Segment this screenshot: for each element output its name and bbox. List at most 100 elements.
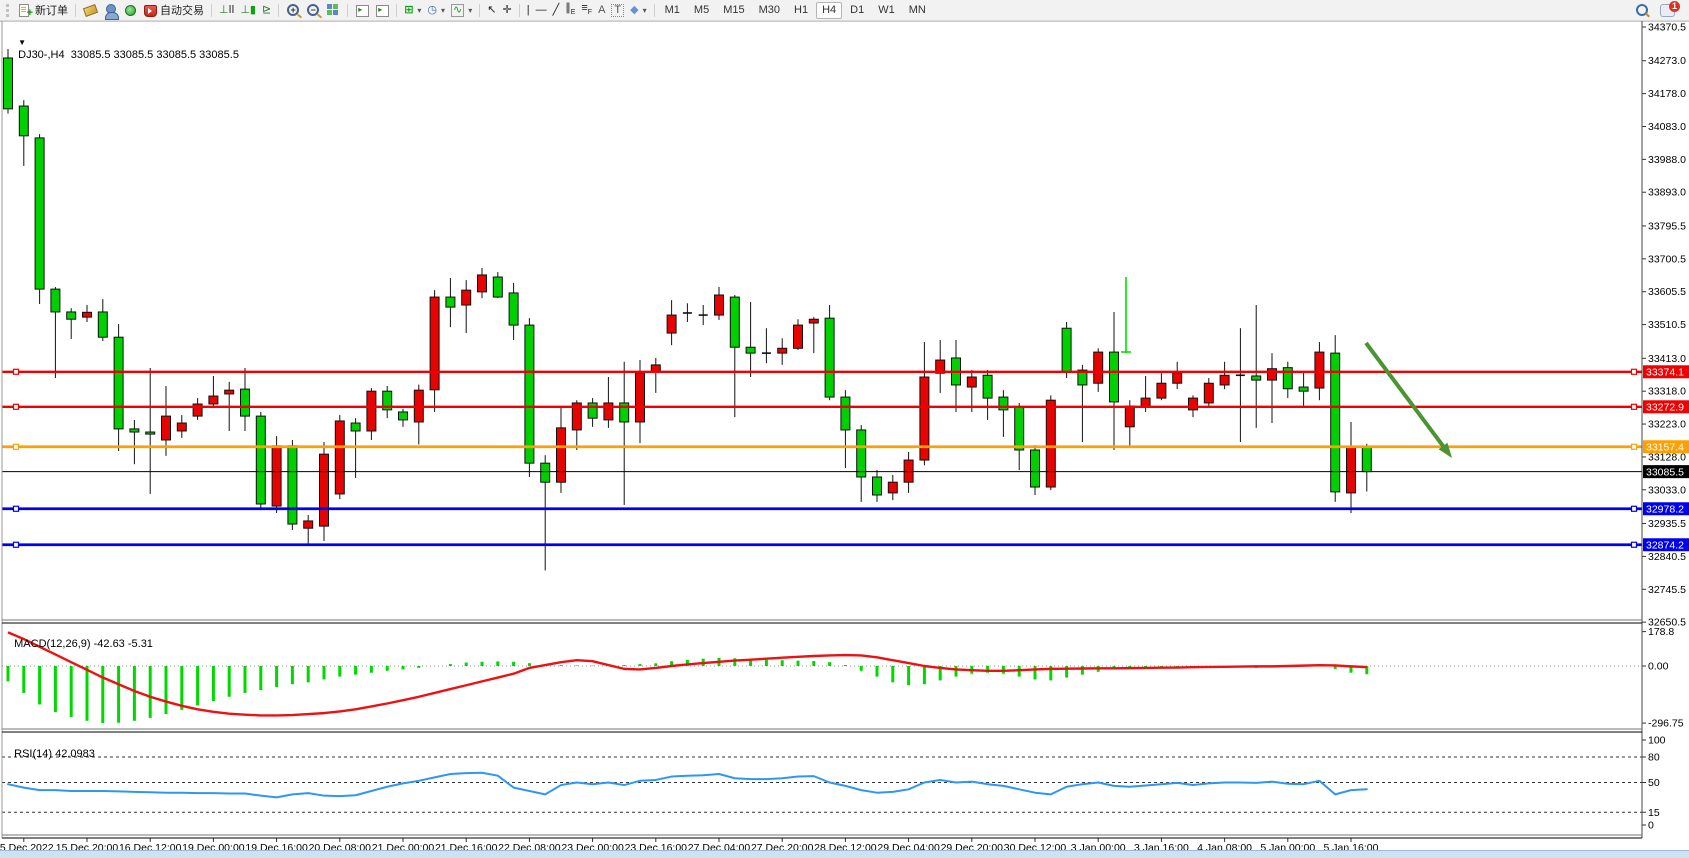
auto-trading-button[interactable]: 自动交易 — [140, 2, 207, 19]
candle[interactable] — [241, 389, 250, 416]
zoom-in-button[interactable]: + — [283, 2, 303, 19]
candle[interactable] — [588, 403, 597, 418]
candle[interactable] — [478, 275, 487, 292]
candle[interactable] — [1015, 407, 1024, 450]
tf-m1[interactable]: M1 — [659, 2, 686, 19]
line-handle[interactable] — [1632, 404, 1637, 409]
candle[interactable] — [98, 312, 107, 337]
candle[interactable] — [272, 446, 281, 506]
candle[interactable] — [1204, 383, 1213, 403]
search-button[interactable] — [1633, 2, 1651, 19]
candle[interactable] — [1220, 375, 1229, 385]
candle[interactable] — [1362, 447, 1371, 472]
candle[interactable] — [841, 397, 850, 430]
candlestick-chart-button[interactable]: ⊥▮ — [237, 2, 259, 19]
candle[interactable] — [430, 297, 439, 390]
candle[interactable] — [225, 390, 234, 394]
styles-button[interactable] — [80, 2, 100, 19]
candle[interactable] — [525, 325, 534, 463]
line-handle[interactable] — [14, 506, 19, 511]
tf-w1[interactable]: W1 — [872, 2, 901, 19]
line-handle[interactable] — [1632, 369, 1637, 374]
candle[interactable] — [146, 432, 155, 434]
tf-mn[interactable]: MN — [903, 2, 932, 19]
line-handle[interactable] — [14, 542, 19, 547]
candle[interactable] — [1062, 328, 1071, 372]
tf-d1[interactable]: D1 — [844, 2, 870, 19]
candle[interactable] — [67, 312, 76, 319]
candle[interactable] — [667, 315, 676, 333]
candle[interactable] — [320, 454, 329, 526]
candle[interactable] — [1268, 369, 1277, 380]
signals-button[interactable] — [120, 2, 140, 19]
candle[interactable] — [35, 138, 44, 289]
candle[interactable] — [778, 348, 787, 353]
candle[interactable] — [51, 289, 60, 312]
candle[interactable] — [162, 416, 171, 440]
candle[interactable] — [304, 521, 313, 528]
tf-m30[interactable]: M30 — [753, 2, 786, 19]
chart-canvas[interactable]: 34370.534273.034178.034083.033988.033893… — [0, 0, 1689, 858]
add-object-button[interactable]: ⊞▾ — [401, 2, 424, 19]
text-label-button[interactable]: T — [608, 2, 627, 19]
candle[interactable] — [873, 477, 882, 495]
macd-panel[interactable] — [2, 632, 1642, 723]
candle[interactable] — [1046, 400, 1055, 487]
indicators-button[interactable]: ∿▾ — [448, 2, 475, 19]
candle[interactable] — [288, 446, 297, 524]
price-axis[interactable]: 34370.534273.034178.034083.033988.033893… — [1642, 22, 1689, 832]
candle[interactable] — [636, 373, 645, 422]
toolbar-grip[interactable] — [6, 4, 12, 17]
main-chart-group[interactable] — [4, 49, 1372, 570]
horizontal-line-button[interactable]: — — [533, 2, 550, 19]
fibonacci-button[interactable]: ≡F — [578, 2, 595, 19]
candle[interactable] — [857, 430, 866, 477]
period-button[interactable]: ◷▾ — [424, 2, 448, 19]
candle[interactable] — [1347, 447, 1356, 493]
tf-h1[interactable]: H1 — [788, 2, 814, 19]
candle[interactable] — [209, 396, 218, 404]
candle[interactable] — [399, 412, 408, 420]
tf-m15[interactable]: M15 — [717, 2, 750, 19]
candle[interactable] — [967, 377, 976, 387]
candle[interactable] — [541, 463, 550, 482]
candle[interactable] — [177, 423, 186, 431]
trendline-button[interactable]: ╱ — [550, 2, 563, 19]
candle[interactable] — [83, 312, 92, 317]
candle[interactable] — [19, 106, 28, 136]
candle[interactable] — [730, 297, 739, 347]
candle[interactable] — [825, 318, 834, 397]
candle[interactable] — [1094, 352, 1103, 383]
market-watch-button[interactable] — [100, 2, 120, 19]
candle[interactable] — [367, 391, 376, 431]
profile-next-button[interactable] — [372, 2, 392, 19]
candle[interactable] — [746, 347, 755, 353]
line-handle[interactable] — [1632, 506, 1637, 511]
line-handle[interactable] — [14, 369, 19, 374]
candle[interactable] — [1125, 406, 1134, 427]
text-button[interactable]: A — [595, 2, 608, 19]
candle[interactable] — [557, 428, 566, 482]
candle[interactable] — [809, 319, 818, 323]
tf-m5[interactable]: M5 — [688, 2, 715, 19]
candle[interactable] — [446, 297, 455, 307]
candle[interactable] — [493, 277, 502, 297]
candle[interactable] — [1315, 352, 1324, 388]
candle[interactable] — [1173, 373, 1182, 383]
candle[interactable] — [1189, 398, 1198, 410]
candle[interactable] — [1031, 450, 1040, 487]
bar-chart-button[interactable]: ⊥ǀǀ — [216, 2, 237, 19]
candle[interactable] — [130, 429, 139, 432]
candle[interactable] — [983, 375, 992, 398]
line-handle[interactable] — [1632, 542, 1637, 547]
candle[interactable] — [462, 290, 471, 305]
candle[interactable] — [351, 423, 360, 431]
candle[interactable] — [1331, 353, 1340, 492]
channel-button[interactable]: ∥E — [562, 2, 578, 19]
candle[interactable] — [1157, 383, 1166, 398]
cursor-button[interactable]: ↖ — [484, 2, 499, 19]
candle[interactable] — [904, 460, 913, 482]
new-order-button[interactable]: + 新订单 — [15, 2, 71, 19]
zoom-out-button[interactable]: − — [303, 2, 323, 19]
candle[interactable] — [4, 58, 13, 109]
